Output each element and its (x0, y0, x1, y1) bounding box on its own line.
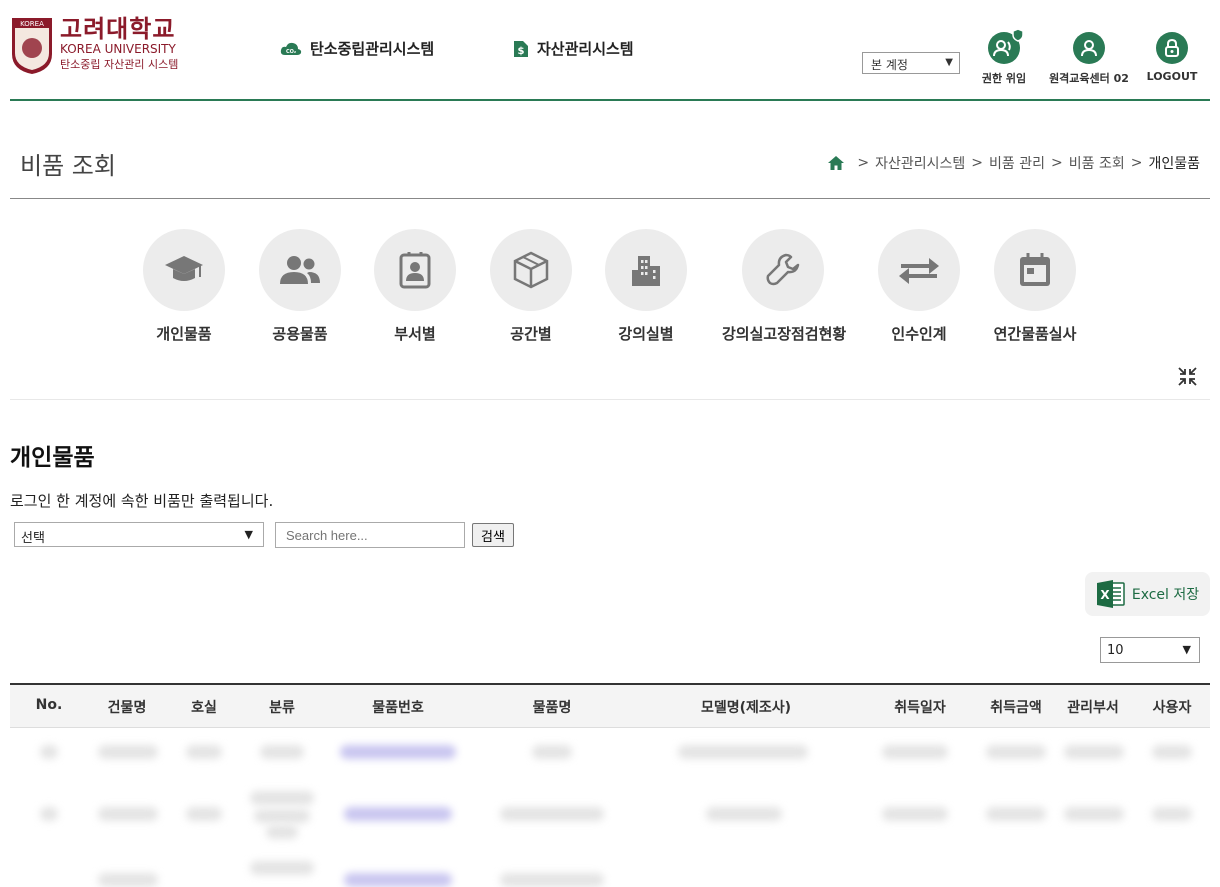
exchange-icon (899, 258, 939, 284)
category-divider (10, 399, 1210, 400)
svg-text:KOREA: KOREA (20, 20, 44, 28)
calendar-icon (1020, 253, 1050, 286)
category-annual-inventory[interactable]: 연간물품실사 (975, 229, 1095, 344)
table-header: No. 건물명 호실 분류 물품번호 물품명 모델명(제조사) 취득일자 취득금… (10, 683, 1210, 728)
users-icon (280, 256, 320, 284)
dropdown-arrow-icon: ▼ (244, 528, 253, 541)
table-row[interactable] (10, 727, 1210, 777)
building-icon (632, 256, 660, 286)
table-row[interactable] (10, 855, 1210, 887)
breadcrumb-equipment-search[interactable]: 비품 조회 (1069, 153, 1125, 173)
category-personal-items[interactable]: 개인물품 (124, 229, 244, 344)
dropdown-arrow-icon: ▼ (945, 57, 953, 68)
lock-icon (1165, 38, 1179, 57)
cube-icon (513, 251, 549, 289)
section-notice: 로그인 한 계정에 속한 비품만 출력됩니다. (10, 492, 274, 510)
breadcrumb-current: 개인물품 (1148, 156, 1200, 172)
page-title: 비품 조회 (20, 152, 116, 180)
logo-subtitle: 탄소중립 자산관리 시스템 (60, 57, 179, 71)
dollar-document-icon: $ (514, 40, 528, 57)
nav-carbon-neutral[interactable]: CO₂ 탄소중립관리시스템 (280, 38, 434, 59)
section-title: 개인물품 (10, 445, 95, 471)
breadcrumb-equipment-management[interactable]: 비품 관리 (989, 153, 1045, 173)
co2-cloud-icon: CO₂ (280, 42, 302, 55)
logo-english: KOREA UNIVERSITY (60, 42, 176, 57)
graduation-cap-icon (165, 256, 203, 281)
logout-button[interactable]: LOGOUT (1146, 32, 1198, 83)
title-divider (10, 198, 1210, 199)
category-by-department[interactable]: 부서별 (355, 229, 475, 344)
search-input[interactable] (275, 522, 465, 548)
category-shared-items[interactable]: 공용물품 (240, 229, 360, 344)
shield-badge-icon (1012, 28, 1024, 42)
home-icon[interactable] (827, 155, 845, 171)
university-logo[interactable]: KOREA 고려대학교 KOREA UNIVERSITY 탄소중립 자산관리 시… (10, 16, 178, 76)
crest-icon: KOREA (12, 18, 52, 74)
table-row[interactable] (10, 785, 1210, 841)
nav-asset-management[interactable]: $ 자산관리시스템 (513, 38, 634, 59)
top-header: KOREA 고려대학교 KOREA UNIVERSITY 탄소중립 자산관리 시… (10, 0, 1210, 101)
remote-center-account-button[interactable]: 원격교육센터 02 (1044, 32, 1134, 86)
id-badge-icon (399, 252, 431, 289)
equipment-table: No. 건물명 호실 분류 물품번호 물품명 모델명(제조사) 취득일자 취득금… (10, 683, 1210, 887)
svg-text:X: X (1100, 588, 1110, 602)
svg-text:CO₂: CO₂ (286, 49, 296, 55)
user-icon (1081, 40, 1097, 57)
excel-icon: X (1096, 580, 1125, 608)
svg-text:$: $ (518, 46, 525, 57)
breadcrumb: > 자산관리시스템 > 비품 관리 > 비품 조회 > 개인물품 (827, 153, 1200, 173)
delegate-permission-button[interactable]: 권한 위임 (976, 28, 1032, 86)
search-button[interactable]: 검색 (472, 523, 514, 547)
page-size-select[interactable]: 10 ▼ (1100, 637, 1200, 663)
collapse-icon[interactable] (1178, 367, 1197, 386)
category-by-space[interactable]: 공간별 (471, 229, 591, 344)
excel-export-button[interactable]: X Excel 저장 (1085, 572, 1210, 616)
dropdown-arrow-icon: ▼ (1182, 643, 1191, 656)
category-handover[interactable]: 인수인계 (859, 229, 979, 344)
account-select[interactable]: 본 계정 ▼ (862, 52, 960, 74)
search-field-select[interactable]: 선택 ▼ (14, 522, 264, 547)
wrench-icon (766, 253, 800, 286)
category-classroom-inspection[interactable]: 강의실고장점검현황 (722, 229, 846, 344)
breadcrumb-asset-system[interactable]: 자산관리시스템 (875, 153, 965, 173)
category-by-classroom[interactable]: 강의실별 (586, 229, 706, 344)
logo-korean: 고려대학교 (60, 15, 176, 43)
